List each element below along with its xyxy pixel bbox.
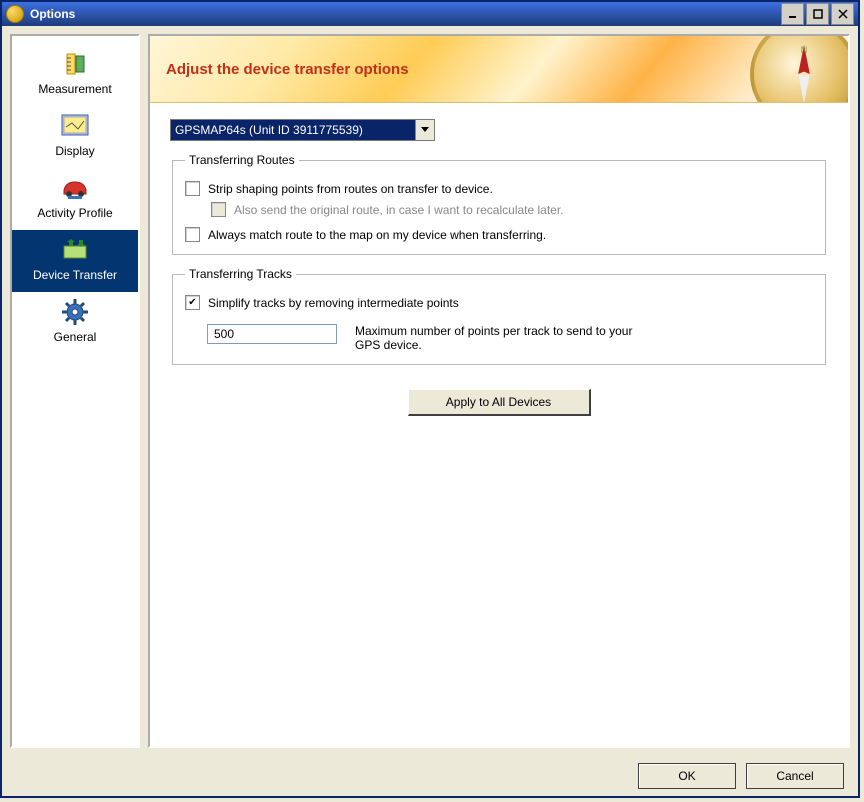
- transferring-routes-group: Transferring Routes Strip shaping points…: [172, 153, 826, 255]
- transfer-icon: [57, 236, 93, 264]
- apply-all-label: Apply to All Devices: [446, 395, 551, 409]
- sidebar: Measurement Display Activity Profile Dev…: [10, 34, 140, 748]
- car-icon: [57, 174, 93, 202]
- also-send-checkbox: [211, 202, 226, 217]
- always-match-label: Always match route to the map on my devi…: [208, 228, 546, 242]
- compass-icon: N: [750, 36, 848, 103]
- device-select-label: GPSMAP64s (Unit ID 3911775539): [175, 123, 363, 137]
- options-window: Options Measurement: [0, 0, 860, 798]
- tracks-legend: Transferring Tracks: [185, 267, 296, 281]
- dropdown-arrow-icon: [415, 120, 434, 140]
- sidebar-item-general[interactable]: General: [12, 292, 138, 354]
- app-icon: [6, 5, 24, 23]
- panel-title: Adjust the device transfer options: [166, 61, 409, 78]
- ruler-icon: [57, 50, 93, 78]
- strip-shaping-checkbox[interactable]: [185, 181, 200, 196]
- max-points-input[interactable]: [207, 324, 337, 344]
- panel-header: Adjust the device transfer options N: [150, 36, 848, 103]
- titlebar: Options: [2, 2, 858, 26]
- sidebar-item-measurement[interactable]: Measurement: [12, 44, 138, 106]
- close-button[interactable]: [831, 3, 854, 25]
- sidebar-item-label: Display: [55, 144, 94, 158]
- svg-text:N: N: [801, 45, 808, 55]
- max-points-label: Maximum number of points per track to se…: [355, 324, 635, 352]
- simplify-tracks-label: Simplify tracks by removing intermediate…: [208, 296, 459, 310]
- also-send-label: Also send the original route, in case I …: [234, 203, 564, 217]
- routes-legend: Transferring Routes: [185, 153, 299, 167]
- device-select[interactable]: GPSMAP64s (Unit ID 3911775539): [170, 119, 435, 141]
- ok-label: OK: [678, 769, 695, 783]
- minimize-button[interactable]: [781, 3, 804, 25]
- content-area: GPSMAP64s (Unit ID 3911775539) Transferr…: [150, 103, 848, 432]
- cancel-button[interactable]: Cancel: [746, 763, 844, 789]
- display-icon: [57, 112, 93, 140]
- sidebar-item-label: Activity Profile: [37, 206, 112, 220]
- window-controls: [781, 3, 854, 25]
- sidebar-item-label: Device Transfer: [33, 268, 117, 282]
- always-match-checkbox[interactable]: [185, 227, 200, 242]
- sidebar-item-display[interactable]: Display: [12, 106, 138, 168]
- ok-button[interactable]: OK: [638, 763, 736, 789]
- main-panel: Adjust the device transfer options N GPS…: [148, 34, 850, 748]
- sidebar-item-label: Measurement: [38, 82, 111, 96]
- cancel-label: Cancel: [776, 769, 813, 783]
- dialog-footer: OK Cancel: [2, 756, 858, 796]
- sidebar-item-device-transfer[interactable]: Device Transfer: [12, 230, 138, 292]
- sidebar-item-label: General: [54, 330, 97, 344]
- window-title: Options: [30, 7, 781, 21]
- maximize-button[interactable]: [806, 3, 829, 25]
- strip-shaping-label: Strip shaping points from routes on tran…: [208, 182, 493, 196]
- transferring-tracks-group: Transferring Tracks ✔ Simplify tracks by…: [172, 267, 826, 365]
- simplify-tracks-checkbox[interactable]: ✔: [185, 295, 200, 310]
- sidebar-item-activity-profile[interactable]: Activity Profile: [12, 168, 138, 230]
- body-area: Measurement Display Activity Profile Dev…: [2, 26, 858, 756]
- apply-all-button[interactable]: Apply to All Devices: [408, 389, 591, 416]
- gear-icon: [57, 298, 93, 326]
